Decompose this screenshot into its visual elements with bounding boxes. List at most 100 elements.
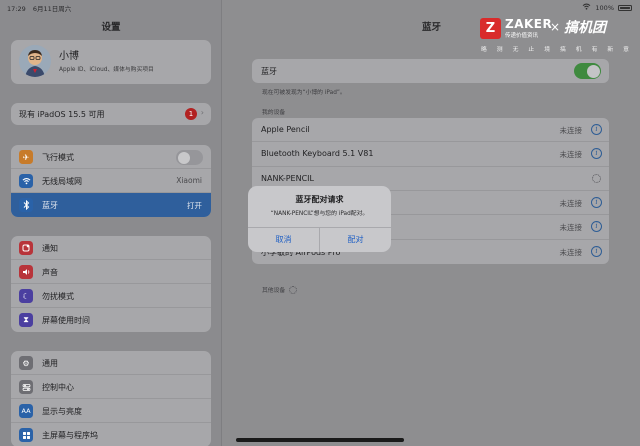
sidebar-item-label: 显示与亮度 — [42, 407, 82, 416]
status-clock: 17:29 — [7, 5, 26, 13]
info-icon[interactable]: i — [591, 124, 602, 135]
info-icon[interactable]: i — [591, 196, 602, 208]
aa-icon: AA — [19, 404, 33, 418]
bell-icon — [19, 241, 33, 255]
sidebar-title: 设置 — [101, 22, 121, 33]
software-update-row[interactable]: 现有 iPadOS 15.5 可用 1 › — [11, 103, 211, 125]
chevron-right-icon: › — [200, 108, 204, 117]
status-date: 6月11日周六 — [32, 5, 72, 13]
sidebar-item-screen-time[interactable]: ⧗ 屏幕使用时间 — [11, 308, 211, 332]
watermark-tagline: 略 测 无 止 境 搞 机 有 新 意 — [481, 44, 629, 53]
my-devices-header: 我的设备 — [262, 110, 286, 116]
zaker-brand: ZAKER — [505, 17, 553, 31]
airplane-icon: ✈ — [19, 150, 33, 164]
moon-icon: ☾ — [19, 289, 33, 303]
settings-sidebar: 设置 小博 Apple ID、iCloud、媒体与购买项目 现有 iPadOS … — [0, 0, 222, 446]
status-bar: 17:29 6月11日周六 100% — [0, 0, 640, 14]
tagline-char: 新 — [607, 47, 614, 53]
airplane-mode-toggle[interactable] — [176, 150, 203, 165]
sidebar-item-display-brightness[interactable]: AA 显示与亮度 — [11, 399, 211, 423]
device-status: 未连接 — [559, 247, 583, 257]
bluetooth-label: 蓝牙 — [261, 67, 277, 76]
sidebar-item-sounds[interactable]: 声音 — [11, 260, 211, 284]
sidebar-item-label: 声音 — [42, 268, 58, 277]
sidebar-item-label: 蓝牙 — [42, 201, 58, 210]
wifi-icon — [19, 174, 33, 188]
sidebar-item-wifi[interactable]: 无线局域网 Xiaomi — [11, 169, 211, 193]
sidebar-item-airplane-mode[interactable]: ✈ 飞行模式 — [11, 145, 211, 169]
sidebar-item-label: 飞行模式 — [42, 153, 74, 162]
tagline-char: 测 — [496, 47, 503, 53]
bluetooth-toggle-row: 蓝牙 — [252, 59, 609, 83]
settings-group-general: ⚙ 通用 控制中心 AA 显示与亮度 主屏幕与程序坞 — [11, 351, 211, 446]
battery-icon — [618, 4, 632, 11]
hourglass-icon: ⧗ — [19, 313, 33, 327]
tagline-char: 略 — [481, 47, 487, 53]
speaker-icon — [19, 265, 33, 279]
cancel-button[interactable]: 取消 — [248, 228, 319, 252]
gear-icon: ⚙ — [19, 356, 33, 370]
sidebar-item-label: 勿扰模式 — [42, 292, 74, 301]
zaker-slogan: 传递价值资讯 — [505, 33, 539, 39]
sidebar-item-label: 通知 — [42, 244, 58, 253]
sidebar-item-do-not-disturb[interactable]: ☾ 勿扰模式 — [11, 284, 211, 308]
sidebar-item-label: 控制中心 — [42, 383, 74, 392]
info-icon[interactable]: i — [591, 221, 602, 233]
wifi-network-value: Xiaomi — [176, 176, 202, 185]
other-devices-header: 其他设备 — [262, 285, 298, 294]
device-row-bluetooth-keyboard[interactable]: Bluetooth Keyboard 5.1 V81 未连接 i — [252, 142, 609, 167]
sidebar-item-label: 无线局域网 — [42, 177, 82, 186]
zaker-logo-icon: Z — [480, 18, 501, 39]
bluetooth-state-value: 打开 — [187, 201, 202, 210]
sidebar-item-label: 屏幕使用时间 — [42, 316, 90, 325]
device-status: 未连接 — [559, 126, 583, 135]
device-name: Bluetooth Keyboard 5.1 V81 — [261, 149, 374, 159]
settings-group-notifications: 通知 声音 ☾ 勿扰模式 ⧗ 屏幕使用时间 — [11, 236, 211, 332]
sidebar-item-general[interactable]: ⚙ 通用 — [11, 351, 211, 375]
switches-icon — [19, 380, 33, 394]
discoverable-text: 现在可被发现为“小博的 iPad”。 — [262, 90, 346, 96]
device-row-apple-pencil[interactable]: Apple Pencil 未连接 i — [252, 118, 609, 143]
settings-group-connectivity: ✈ 飞行模式 无线局域网 Xiaomi 蓝牙 打开 — [11, 145, 211, 217]
device-status: 未连接 — [559, 198, 583, 208]
update-badge: 1 — [185, 108, 197, 120]
apple-id-profile[interactable]: 小博 Apple ID、iCloud、媒体与购买项目 — [11, 40, 211, 84]
other-devices-label: 其他设备 — [262, 288, 286, 294]
alert-message: “NANK-PENCIL”想与您的 iPad配对。 — [270, 211, 369, 217]
bluetooth-pairing-alert: 蓝牙配对请求 “NANK-PENCIL”想与您的 iPad配对。 取消 配对 — [248, 186, 391, 252]
avatar — [19, 45, 51, 77]
info-icon[interactable]: i — [591, 245, 602, 257]
alert-actions: 取消 配对 — [248, 227, 391, 252]
grid-icon — [19, 428, 33, 442]
status-indicators: 100% — [582, 3, 632, 12]
tagline-char: 意 — [623, 47, 629, 53]
alert-title: 蓝牙配对请求 — [295, 195, 344, 204]
sidebar-item-notifications[interactable]: 通知 — [11, 236, 211, 260]
zaker-watermark: Z ZAKER 传递价值资讯 × 搞机团 略 测 无 止 境 搞 机 有 新 意 — [480, 17, 630, 55]
tagline-char: 搞 — [559, 47, 566, 53]
tagline-char: 机 — [575, 47, 582, 53]
update-label: 现有 iPadOS 15.5 可用 — [19, 110, 105, 119]
sidebar-item-home-screen-dock[interactable]: 主屏幕与程序坞 — [11, 423, 211, 446]
connecting-spinner-icon — [592, 173, 601, 183]
tagline-char: 无 — [512, 47, 519, 53]
device-name: Apple Pencil — [261, 125, 310, 134]
profile-name: 小博 — [59, 51, 79, 62]
sidebar-item-bluetooth[interactable]: 蓝牙 打开 — [11, 193, 211, 217]
pair-button[interactable]: 配对 — [319, 228, 391, 252]
info-icon[interactable]: i — [591, 148, 602, 160]
sidebar-item-control-center[interactable]: 控制中心 — [11, 375, 211, 399]
device-status: 未连接 — [559, 150, 583, 160]
battery-percent: 100% — [595, 3, 614, 12]
home-indicator[interactable] — [236, 438, 404, 442]
partner-brand: 搞机团 — [564, 20, 606, 36]
sidebar-item-label: 主屏幕与程序坞 — [42, 431, 98, 440]
device-status: 未连接 — [559, 223, 583, 233]
status-time: 17:29 6月11日周六 — [7, 3, 71, 13]
sidebar-item-label: 通用 — [42, 359, 58, 368]
tagline-char: 有 — [591, 47, 598, 53]
bluetooth-icon — [19, 198, 33, 212]
tagline-char: 境 — [544, 47, 550, 53]
bluetooth-toggle[interactable] — [574, 63, 601, 79]
profile-subtitle: Apple ID、iCloud、媒体与购买项目 — [59, 67, 154, 73]
